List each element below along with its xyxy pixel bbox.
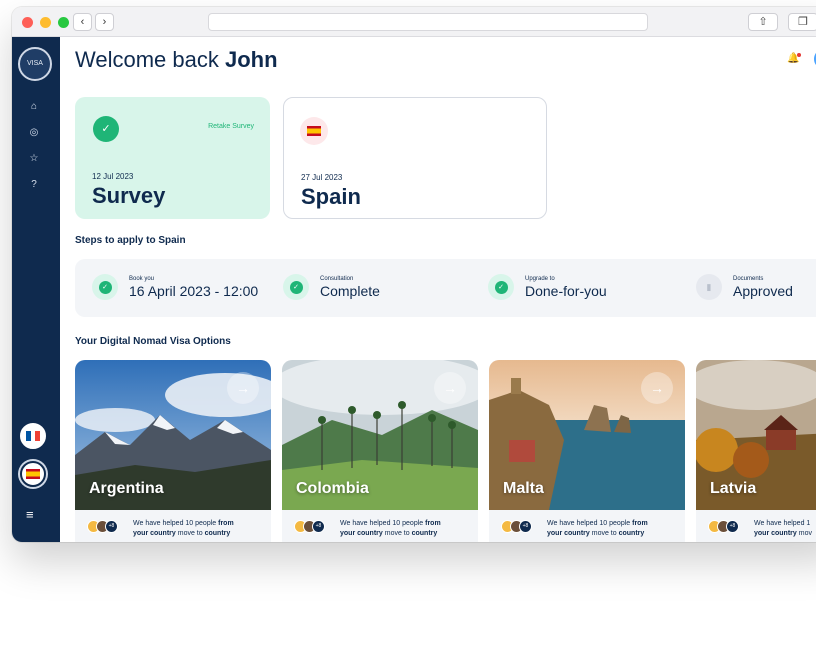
- destination-footer: +8 We have helped 10 people from your cou…: [75, 510, 271, 542]
- step-value: Approved: [733, 282, 793, 299]
- avatar-group: +8: [501, 520, 532, 533]
- menu-icon[interactable]: ≡: [26, 507, 34, 522]
- spain-flag-icon: [26, 469, 40, 479]
- avatar-group: +8: [708, 520, 739, 533]
- spain-flag-button[interactable]: [20, 461, 46, 487]
- browser-window: ‹ › ⇧ ❐ VISA ⌂ ◎ ☆ ? ≡ Welcome back John…: [12, 7, 816, 542]
- bell-icon[interactable]: 🔔: [787, 53, 802, 64]
- page-title: Welcome back John: [75, 47, 278, 73]
- step-upgrade[interactable]: ✓ Upgrade to Done-for-you: [488, 274, 607, 300]
- logo: VISA: [18, 47, 52, 81]
- helped-text: We have helped 10 people from your countr…: [133, 520, 234, 537]
- more-count-badge: +8: [519, 520, 532, 533]
- check-icon: ✓: [283, 274, 309, 300]
- main-content: Welcome back John 🔔 ✓ Retake Survey 12 J…: [60, 37, 816, 542]
- destination-card-latvia[interactable]: Latvia +8 We have helped 1 your country m…: [696, 360, 816, 542]
- destination-name: Colombia: [296, 480, 369, 497]
- forward-button[interactable]: ›: [95, 13, 114, 31]
- step-booking[interactable]: ✓ Book you 16 April 2023 - 12:00: [92, 274, 258, 300]
- card-date: 12 Jul 2023: [92, 172, 134, 181]
- survey-card[interactable]: ✓ Retake Survey 12 Jul 2023 Survey: [75, 97, 270, 219]
- destination-name: Latvia: [710, 480, 757, 497]
- more-count-badge: +8: [105, 520, 118, 533]
- arrow-right-icon[interactable]: →: [641, 372, 673, 404]
- destination-card-argentina[interactable]: → Argentina +8 We have helped 10 people …: [75, 360, 271, 542]
- minimize-window-button[interactable]: [40, 17, 51, 28]
- destination-card-colombia[interactable]: → Colombia +8 We have helped 10 people f…: [282, 360, 478, 542]
- arrow-right-icon[interactable]: →: [227, 372, 259, 404]
- avatar-group: +8: [294, 520, 325, 533]
- card-title: Survey: [92, 183, 166, 208]
- destination-name: Malta: [503, 480, 544, 497]
- destination-footer: +8 We have helped 10 people from your cou…: [489, 510, 685, 542]
- helped-text: We have helped 10 people from your countr…: [340, 520, 441, 537]
- document-icon: ▮: [696, 274, 722, 300]
- step-consultation[interactable]: ✓ Consultation Complete: [283, 274, 380, 300]
- compass-icon[interactable]: ◎: [26, 125, 42, 141]
- share-icon[interactable]: ⇧: [748, 13, 778, 31]
- tabs-icon[interactable]: ❐: [788, 13, 816, 31]
- address-bar[interactable]: [208, 13, 648, 31]
- options-title: Your Digital Nomad Visa Options: [75, 336, 231, 347]
- step-label: Book you: [129, 275, 155, 282]
- destination-footer: +8 We have helped 1 your country mov: [696, 510, 816, 542]
- home-icon[interactable]: ⌂: [26, 99, 42, 115]
- star-icon[interactable]: ☆: [26, 151, 42, 167]
- spain-card[interactable]: 27 Jul 2023 Spain: [283, 97, 547, 219]
- retake-survey-link[interactable]: Retake Survey: [208, 123, 254, 130]
- avatar-group: +8: [87, 520, 118, 533]
- step-value: Complete: [320, 282, 380, 299]
- card-date: 27 Jul 2023: [301, 173, 343, 182]
- destination-card-malta[interactable]: → Malta +8 We have helped 10 people from…: [489, 360, 685, 542]
- destination-footer: +8 We have helped 10 people from your cou…: [282, 510, 478, 542]
- step-value: 16 April 2023 - 12:00: [129, 282, 259, 299]
- check-icon: ✓: [92, 274, 118, 300]
- back-button[interactable]: ‹: [73, 13, 92, 31]
- check-icon: ✓: [93, 116, 119, 142]
- step-value: Done-for-you: [525, 282, 607, 299]
- help-icon[interactable]: ?: [26, 177, 42, 193]
- user-name: John: [225, 47, 278, 72]
- card-title: Spain: [301, 184, 361, 209]
- more-count-badge: +8: [312, 520, 325, 533]
- more-count-badge: +8: [726, 520, 739, 533]
- browser-titlebar: ‹ › ⇧ ❐: [12, 7, 816, 37]
- step-label: Consultation: [320, 275, 354, 282]
- window-controls: [22, 17, 69, 28]
- spain-flag-icon: [300, 117, 328, 145]
- zoom-window-button[interactable]: [58, 17, 69, 28]
- france-flag-icon: [26, 431, 41, 441]
- step-documents[interactable]: ▮ Documents Approved: [696, 274, 793, 300]
- steps-bar: ✓ Book you 16 April 2023 - 12:00 ✓ Consu…: [75, 259, 816, 317]
- close-window-button[interactable]: [22, 17, 33, 28]
- step-label: Upgrade to: [525, 275, 555, 282]
- helped-text: We have helped 1 your country mov: [754, 520, 812, 537]
- helped-text: We have helped 10 people from your countr…: [547, 520, 648, 537]
- steps-title: Steps to apply to Spain: [75, 235, 186, 246]
- france-flag-button[interactable]: [20, 423, 46, 449]
- step-label: Documents: [733, 275, 764, 282]
- destination-name: Argentina: [89, 480, 164, 497]
- welcome-text: Welcome back: [75, 47, 219, 72]
- sidebar: VISA ⌂ ◎ ☆ ? ≡: [12, 37, 60, 542]
- arrow-right-icon[interactable]: →: [434, 372, 466, 404]
- check-icon: ✓: [488, 274, 514, 300]
